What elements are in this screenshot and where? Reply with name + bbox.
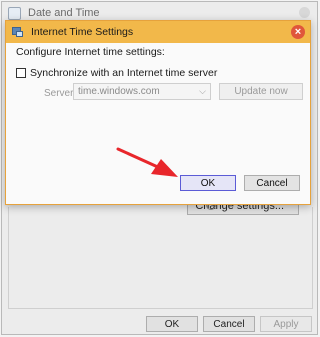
server-label: Server: <box>44 88 77 99</box>
configure-label: Configure Internet time settings: <box>16 46 165 58</box>
bg-apply-button[interactable]: Apply <box>260 316 312 332</box>
bg-cancel-button[interactable]: Cancel <box>203 316 255 332</box>
internet-time-icon <box>12 26 24 38</box>
bg-close-button[interactable] <box>299 7 310 18</box>
close-button[interactable]: × <box>291 25 305 39</box>
dialog-titlebar: Internet Time Settings × <box>6 21 310 43</box>
server-select[interactable]: time.windows.com ⌵ <box>73 83 211 100</box>
server-value: time.windows.com <box>78 86 160 97</box>
bg-content-frame <box>8 207 313 309</box>
cancel-button[interactable]: Cancel <box>244 175 300 191</box>
sync-option[interactable]: Synchronize with an Internet time server <box>16 67 217 79</box>
dialog-title: Internet Time Settings <box>31 26 134 38</box>
bg-window-title: Date and Time <box>28 7 100 19</box>
ok-button[interactable]: OK <box>180 175 236 191</box>
chevron-down-icon: ⌵ <box>199 86 206 96</box>
sync-label[interactable]: Synchronize with an Internet time server <box>30 67 217 79</box>
update-now-button[interactable]: Update now <box>219 83 303 100</box>
sync-checkbox[interactable] <box>16 68 26 78</box>
bg-ok-button[interactable]: OK <box>146 316 198 332</box>
internet-time-settings-dialog: Internet Time Settings × Configure Inter… <box>5 20 311 205</box>
date-time-app-icon <box>8 6 21 20</box>
